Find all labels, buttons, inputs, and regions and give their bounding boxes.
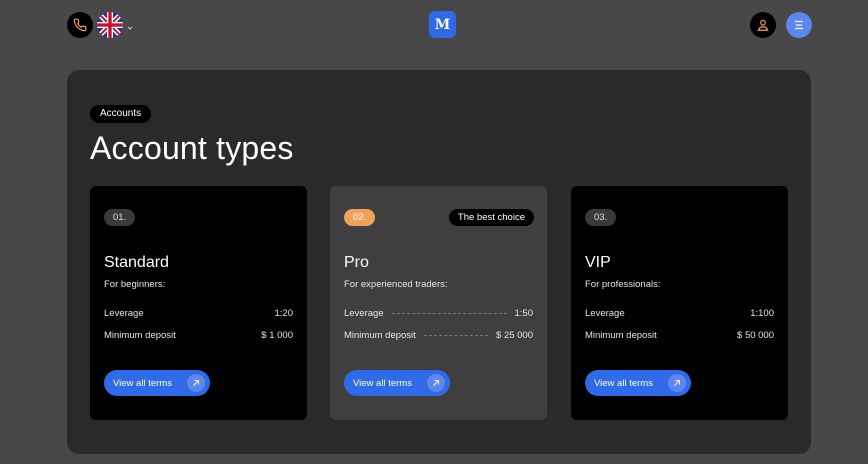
card-number: 03. — [585, 209, 617, 226]
view-all-terms-button[interactable]: View all terms — [104, 370, 210, 396]
deposit-label: Minimum deposit — [344, 329, 416, 341]
row-divider — [632, 312, 743, 314]
best-choice-badge: The best choice — [448, 209, 534, 226]
account-card-vip: 03. VIP For professionals: Leverage 1:10… — [571, 186, 788, 420]
deposit-row: Minimum deposit $ 25 000 — [344, 329, 533, 341]
leverage-label: Leverage — [104, 307, 144, 319]
user-icon[interactable] — [750, 12, 776, 38]
card-number: 01. — [104, 209, 136, 226]
arrow-up-right-icon — [427, 374, 445, 392]
account-types-panel: Accounts Account types 01. Standard For … — [67, 70, 811, 454]
row-divider — [664, 334, 730, 336]
leverage-value: 1:50 — [514, 307, 534, 319]
leverage-label: Leverage — [344, 307, 384, 319]
card-subtitle: For beginners: — [104, 279, 166, 290]
top-bar: M — [0, 0, 868, 50]
button-label: View all terms — [594, 377, 653, 389]
account-card-pro: 02. The best choice Pro For experienced … — [330, 186, 547, 420]
deposit-row: Minimum deposit $ 1 000 — [104, 329, 293, 341]
card-name: VIP — [585, 254, 611, 271]
page-title: Account types — [90, 130, 294, 166]
view-all-terms-button[interactable]: View all terms — [344, 370, 450, 396]
phone-icon[interactable] — [67, 12, 93, 38]
row-divider — [151, 312, 267, 314]
button-label: View all terms — [113, 377, 172, 389]
card-name: Standard — [104, 254, 169, 271]
leverage-row: Leverage 1:50 — [344, 307, 533, 319]
card-name: Pro — [344, 254, 369, 271]
deposit-value: $ 1 000 — [261, 329, 293, 341]
deposit-row: Minimum deposit $ 50 000 — [585, 329, 774, 341]
chevron-down-icon[interactable] — [126, 19, 134, 30]
leverage-value: 1:20 — [274, 307, 294, 319]
row-divider — [391, 312, 507, 314]
row-divider — [183, 334, 254, 336]
deposit-label: Minimum deposit — [104, 329, 176, 341]
card-number: 02. — [344, 209, 376, 226]
logo-letter: M — [434, 16, 451, 33]
account-card-standard: 01. Standard For beginners: Leverage 1:2… — [90, 186, 307, 420]
leverage-row: Leverage 1:100 — [585, 307, 774, 319]
brand-logo[interactable]: M — [429, 11, 456, 38]
card-subtitle: For professionals: — [585, 279, 661, 290]
arrow-up-right-icon — [187, 374, 205, 392]
leverage-row: Leverage 1:20 — [104, 307, 293, 319]
arrow-up-right-icon — [668, 374, 686, 392]
deposit-label: Minimum deposit — [585, 329, 657, 341]
uk-flag-icon[interactable] — [97, 12, 123, 38]
row-divider — [423, 334, 489, 336]
deposit-value: $ 50 000 — [737, 329, 774, 341]
button-label: View all terms — [353, 377, 412, 389]
view-all-terms-button[interactable]: View all terms — [585, 370, 691, 396]
menu-icon[interactable] — [786, 12, 812, 38]
breadcrumb[interactable]: Accounts — [90, 105, 152, 123]
card-subtitle: For experienced traders: — [344, 279, 448, 290]
leverage-value: 1:100 — [750, 307, 774, 319]
deposit-value: $ 25 000 — [496, 329, 533, 341]
leverage-label: Leverage — [585, 307, 625, 319]
